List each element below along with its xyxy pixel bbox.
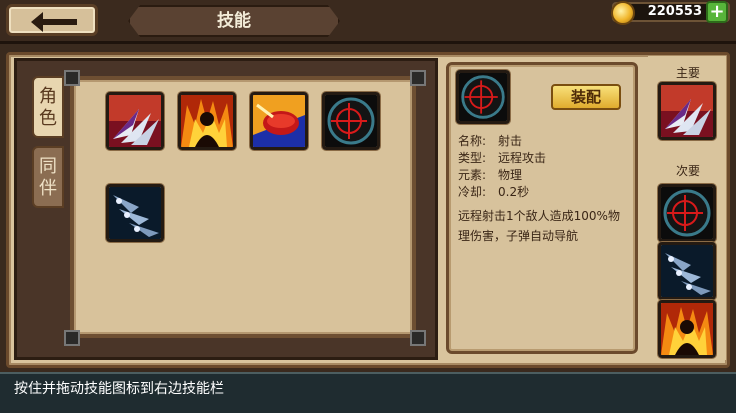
skill-type-row: 类型: 远程攻击 <box>458 149 546 167</box>
hint-text: 按住并拖动技能图标到右边技能栏 <box>14 381 224 397</box>
skill-type-key: 类型: <box>458 151 487 165</box>
secondary-slot-crosshair-icon[interactable] <box>658 184 716 242</box>
selected-skill-icon <box>456 70 510 124</box>
skill-description: 远程射击1个敌人造成100%物理伤害，子弹自动导航 <box>458 209 620 243</box>
back-button[interactable] <box>6 4 98 36</box>
skill-cooldown-value: 0.2秒 <box>498 185 530 199</box>
coin-icon <box>611 1 635 25</box>
page-title: 技能 <box>217 11 251 31</box>
secondary-slot-missiles-icon[interactable] <box>658 242 716 300</box>
primary-slot-label: 主要 <box>675 66 700 80</box>
skill-name-value: 射击 <box>498 134 523 148</box>
tab-partner[interactable]: 同 伴 <box>32 146 64 208</box>
tab-partner-label: 同 伴 <box>39 156 57 199</box>
skill-element-key: 元素: <box>458 168 487 182</box>
skill-type-value: 远程攻击 <box>498 151 547 165</box>
gold-amount: 220553 <box>647 4 702 19</box>
back-arrow-icon <box>31 12 77 32</box>
primary-slot-claw-icon[interactable] <box>658 82 716 140</box>
claw-skill-icon[interactable] <box>106 92 164 150</box>
skill-element-value: 物理 <box>498 168 523 182</box>
tab-role[interactable]: 角 色 <box>32 76 64 138</box>
fire-disc-skill-icon[interactable] <box>250 92 308 150</box>
frame-corner <box>64 70 80 86</box>
add-gold-button[interactable]: + <box>706 1 728 23</box>
skill-name-key: 名称: <box>458 134 487 148</box>
equip-button[interactable]: 装配 <box>551 84 621 110</box>
tab-role-label: 角 色 <box>39 86 57 129</box>
skill-name-row: 名称: 射击 <box>458 132 522 150</box>
fire-aura-skill-icon[interactable] <box>178 92 236 150</box>
secondary-slot-label: 次要 <box>675 164 700 178</box>
secondary-slot-fire-aura-icon[interactable] <box>658 300 716 358</box>
skill-cooldown-row: 冷却: 0.2秒 <box>458 183 529 201</box>
missiles-skill-icon[interactable] <box>106 184 164 242</box>
skill-cooldown-key: 冷却: <box>458 185 487 199</box>
frame-corner <box>410 70 426 86</box>
frame-corner <box>64 330 80 346</box>
crosshair-skill-icon[interactable] <box>322 92 380 150</box>
frame-corner <box>410 330 426 346</box>
skill-element-row: 元素: 物理 <box>458 166 522 184</box>
